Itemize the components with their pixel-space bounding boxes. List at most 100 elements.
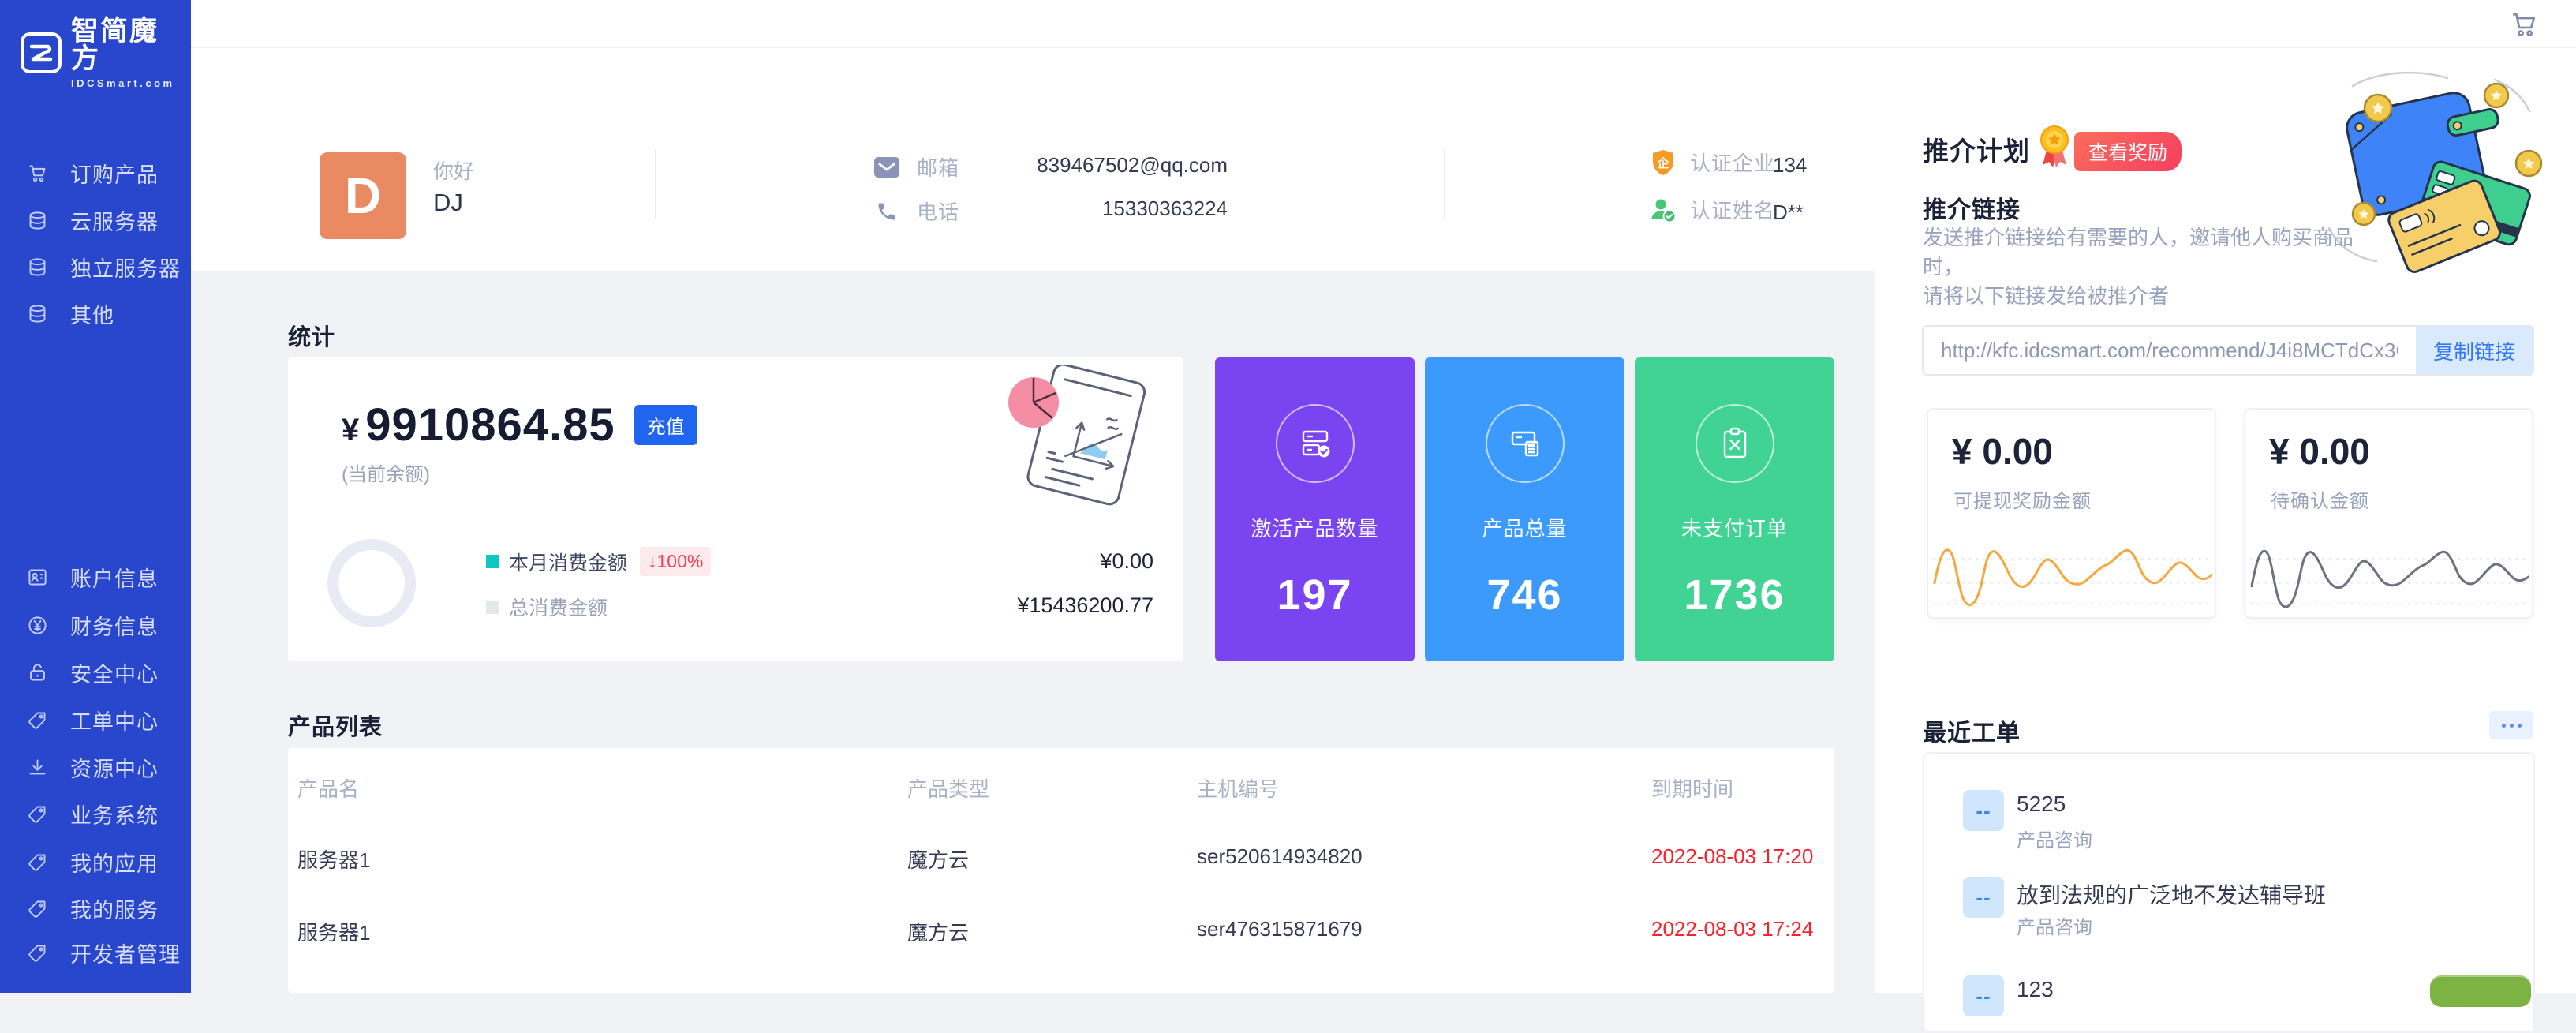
sidebar-item-label: 我的服务	[70, 893, 159, 924]
brand-name: 智简魔方	[71, 17, 177, 73]
cell-product-type: 魔方云	[907, 917, 969, 946]
product-list-title: 产品列表	[288, 709, 383, 742]
sidebar-item-cloud-server[interactable]: 云服务器	[0, 202, 191, 238]
recent-tickets-title: 最近工单	[1923, 713, 2021, 748]
sidebar-item-security-center[interactable]: 安全中心	[0, 654, 191, 691]
percent-down-badge: ↓100%	[640, 547, 711, 576]
tile-value: 197	[1215, 571, 1415, 619]
referral-link-input[interactable]	[1924, 327, 2416, 374]
reward-sparkline-orange	[1933, 537, 2212, 612]
ticket-icon: --	[1963, 790, 2004, 831]
sidebar-item-label: 资源中心	[70, 752, 159, 783]
sidebar-item-finance-info[interactable]: 财务信息	[0, 607, 191, 643]
database-icon	[27, 303, 48, 324]
tag-icon	[27, 709, 48, 731]
sidebar-item-developer-admin[interactable]: 开发者管理	[0, 934, 191, 971]
tile-label: 未支付订单	[1635, 513, 1834, 542]
currency-symbol: ¥	[342, 413, 359, 448]
legend-swatch-total	[486, 601, 499, 614]
referral-link-row: 复制链接	[1922, 325, 2534, 376]
tile-total-products: 产品总量 746	[1425, 357, 1624, 661]
tile-value: 746	[1425, 571, 1624, 619]
tile-label: 激活产品数量	[1215, 513, 1415, 542]
legend-swatch-month	[486, 555, 499, 568]
tag-icon	[27, 851, 48, 873]
sidebar-item-label: 工单中心	[70, 705, 159, 735]
ticket-list-item[interactable]: -- 放到法规的广泛地不发达辅导班 产品咨询	[1924, 877, 2533, 949]
medal-icon	[2036, 124, 2073, 170]
col-header-expire: 到期时间	[1651, 773, 1733, 803]
referral-desc-line2: 请将以下链接发给被推介者	[1923, 282, 2365, 311]
sidebar-item-order-products[interactable]: 订购产品	[0, 155, 191, 191]
certified-name-icon	[1649, 196, 1677, 224]
legend-label-total: 总消费金额	[509, 593, 608, 621]
sidebar-item-ticket-center[interactable]: 工单中心	[0, 702, 191, 738]
ticket-category: 产品咨询	[2017, 911, 2092, 939]
product-table: 产品名 产品类型 主机编号 到期时间 服务器1 魔方云 ser520614934…	[288, 748, 1834, 993]
tag-icon	[27, 942, 48, 964]
sidebar-item-business-system[interactable]: 业务系统	[0, 795, 191, 832]
tile-active-products: 激活产品数量 197	[1215, 357, 1415, 661]
reward-label: 待确认金额	[2271, 485, 2369, 513]
sidebar-item-label: 开发者管理	[70, 938, 181, 968]
sidebar-item-my-apps[interactable]: 我的应用	[0, 844, 191, 880]
tile-label: 产品总量	[1425, 513, 1624, 542]
consumption-donut-chart	[327, 539, 416, 627]
email-value: 839467502@qq.com	[874, 152, 1228, 178]
user-info-panel: D 你好 DJ 邮箱 839467502@qq.com 电话 153303632…	[191, 48, 1875, 271]
legend-label-month: 本月消费金额	[509, 548, 627, 576]
legend-value-month: ¥0.00	[1100, 549, 1153, 574]
cell-host-id: ser520614934820	[1197, 844, 1363, 869]
stats-section-title: 统计	[288, 319, 335, 352]
reward-amount: ¥ 0.00	[2269, 430, 2370, 473]
user-name: DJ	[433, 189, 463, 217]
sidebar-item-other[interactable]: 其他	[0, 295, 191, 331]
brand-site: IDCSmart.com	[71, 77, 177, 89]
pending-amount-card: ¥ 0.00 待确认金额	[2244, 408, 2533, 619]
col-header-host-id: 主机编号	[1197, 773, 1279, 803]
tickets-more-button[interactable]	[2489, 711, 2533, 739]
sidebar-item-my-services[interactable]: 我的服务	[0, 890, 191, 926]
tile-unpaid-orders: 未支付订单 1736	[1635, 357, 1834, 661]
copy-link-button[interactable]: 复制链接	[2416, 327, 2533, 374]
ticket-title: 放到法规的广泛地不发达辅导班	[2017, 878, 2326, 910]
vertical-divider	[1444, 149, 1445, 219]
cert-company-value: 134	[1773, 153, 1807, 178]
user-greeting: 你好	[433, 155, 474, 185]
id-card-icon	[27, 567, 48, 588]
sidebar-item-dedicated-server[interactable]: 独立服务器	[0, 249, 191, 285]
user-avatar: D	[320, 152, 406, 239]
total-products-icon	[1486, 404, 1565, 483]
brand-logo[interactable]: 智简魔方 IDCSmart.com	[19, 22, 177, 84]
sidebar-item-resource-center[interactable]: 资源中心	[0, 749, 191, 785]
ticket-icon: --	[1963, 975, 2004, 1016]
sidebar-item-account-info[interactable]: 账户信息	[0, 559, 191, 595]
cell-product-name: 服务器1	[297, 917, 370, 946]
ticket-category: 产品咨询	[2017, 825, 2092, 852]
ticket-title: 123	[2017, 977, 2054, 1002]
balance-note: (当前余额)	[342, 458, 430, 486]
cert-name-value: D**	[1773, 200, 1804, 225]
yen-circle-icon	[27, 615, 48, 636]
referral-desc-line1: 发送推介链接给有需要的人，邀请他人购买商品时，	[1923, 223, 2365, 282]
balance-amount: 9910864.85	[365, 399, 615, 451]
withdrawable-reward-card: ¥ 0.00 可提现奖励金额	[1927, 408, 2216, 619]
floating-chat-button[interactable]	[2430, 975, 2531, 1007]
unpaid-orders-icon	[1696, 404, 1774, 483]
top-header: ★ D	[191, 0, 2576, 48]
col-header-type: 产品类型	[907, 773, 989, 803]
cert-company-label: 认证企业	[1690, 148, 1775, 177]
recharge-button[interactable]: 充值	[634, 405, 697, 445]
legend-value-total: ¥15436200.77	[1017, 593, 1153, 618]
report-illustration	[985, 365, 1178, 515]
cart-button[interactable]	[2509, 9, 2539, 39]
view-rewards-button[interactable]: 查看奖励	[2074, 132, 2182, 171]
cell-product-type: 魔方云	[907, 844, 969, 874]
referral-link-title: 推介链接	[1923, 190, 2021, 225]
referral-title: 推介计划	[1923, 130, 2030, 168]
referral-description: 发送推介链接给有需要的人，邀请他人购买商品时， 请将以下链接发给被推介者	[1923, 223, 2365, 311]
ticket-list-item[interactable]: -- 5225 产品咨询	[1924, 790, 2533, 863]
sidebar-item-label: 其他	[70, 298, 114, 329]
cart-icon	[27, 163, 48, 184]
database-icon	[27, 210, 48, 231]
